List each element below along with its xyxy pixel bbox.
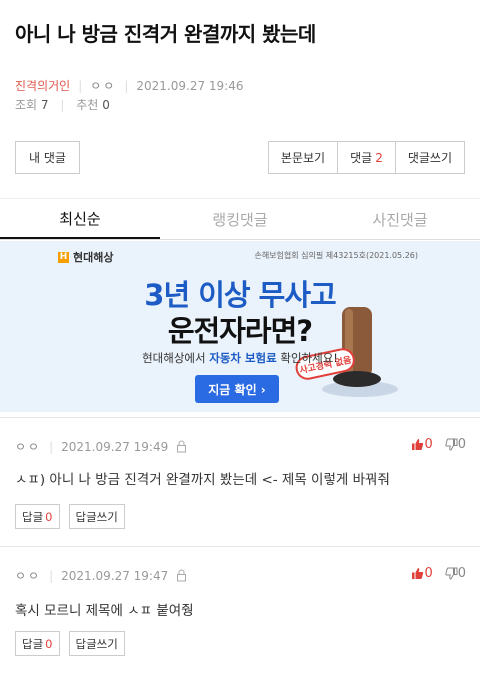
comment-text: 혹시 모르니 제목에 ㅅㅍ 붙여줭	[15, 603, 194, 619]
divider: |	[49, 439, 54, 454]
comment-sort-tabs: 최신순 랭킹댓글 사진댓글	[0, 198, 480, 240]
post-nickname: ㅇㅇ	[90, 79, 117, 93]
likes-count: 0	[102, 98, 110, 112]
ad-sub-pre: 현대해상에서	[142, 351, 210, 365]
reply-count: 0	[45, 636, 53, 651]
report-icon[interactable]	[176, 440, 187, 453]
write-comment-button[interactable]: 댓글쓰기	[395, 141, 465, 174]
comments-button[interactable]: 댓글 2	[338, 141, 396, 174]
reply-button[interactable]: 답글 0	[15, 504, 60, 529]
comment-votes: 0 0	[411, 566, 466, 581]
tab-photo[interactable]: 사진댓글	[320, 199, 480, 239]
my-comments-button[interactable]: 내 댓글	[15, 141, 80, 174]
comment-datetime: 2021.09.27 19:47	[61, 568, 169, 583]
comment-actions: 답글 0 답글쓰기	[15, 631, 134, 656]
dislike-count: 0	[457, 437, 466, 452]
comment-item: ㅇㅇ | 2021.09.27 19:47 0 0 혹시 모르니 제목에 ㅅㅍ …	[0, 546, 480, 681]
ad-sub-post: 확인하세요!	[276, 351, 338, 365]
like-count: 0	[424, 437, 433, 452]
comment-text: ㅅㅍ) 아니 나 방금 진격거 완결까지 봤는데 <- 제목 이렇게 바꿔줘	[15, 472, 390, 488]
views-count: 7	[40, 98, 49, 112]
post-meta: 진격의거인 | ㅇㅇ | 2021.09.27 19:46	[15, 77, 244, 94]
post-stats: 조회 7 | 추천 0	[15, 96, 110, 113]
ad-logo-text: 현대해상	[73, 251, 114, 264]
write-reply-button[interactable]: 답글쓰기	[68, 631, 125, 656]
comment-actions: 답글 0 답글쓰기	[15, 504, 134, 529]
dislike-button[interactable]: 0	[445, 566, 466, 581]
divider: |	[124, 78, 129, 93]
ad-banner[interactable]: H 현대해상 손해보험협회 심의필 제43215호(2021.05.26) 사고…	[0, 241, 480, 412]
ad-cta-button[interactable]: 지금 확인 ›	[195, 375, 279, 403]
ad-headline-2: 운전자라면?	[167, 314, 313, 348]
comment-votes: 0 0	[411, 437, 466, 452]
thumbs-up-icon	[412, 439, 424, 450]
thumbs-up-icon	[412, 568, 424, 579]
comment-item: ㅇㅇ | 2021.09.27 19:49 0 0 ㅅㅍ) 아니 나 방금 진격…	[0, 417, 480, 546]
divider: |	[78, 78, 83, 93]
comment-actions: 본문보기 댓글 2 댓글쓰기	[267, 141, 465, 174]
thumbs-down-icon	[445, 567, 458, 580]
comments-label: 댓글	[350, 151, 373, 165]
write-reply-button[interactable]: 답글쓰기	[68, 504, 125, 529]
post-datetime: 2021.09.27 19:46	[136, 78, 244, 93]
thumbs-down-icon	[445, 438, 458, 451]
comment-meta: ㅇㅇ | 2021.09.27 19:49	[15, 438, 187, 455]
reply-count: 0	[45, 509, 53, 524]
reply-label: 답글	[22, 509, 44, 524]
likes-label: 추천	[76, 98, 99, 112]
comment-datetime: 2021.09.27 19:49	[61, 439, 169, 454]
reply-label: 답글	[22, 636, 44, 651]
comment-nickname: ㅇㅇ	[15, 440, 42, 454]
dislike-count: 0	[457, 566, 466, 581]
tab-ranking[interactable]: 랭킹댓글	[160, 199, 320, 239]
tab-latest[interactable]: 최신순	[0, 199, 160, 239]
ad-sub-highlight: 자동차 보험료	[209, 351, 277, 365]
like-button[interactable]: 0	[411, 566, 433, 581]
views-label: 조회	[15, 98, 38, 112]
divider: |	[49, 568, 54, 583]
ad-logo: H 현대해상	[58, 249, 113, 265]
like-count: 0	[424, 566, 433, 581]
post-category[interactable]: 진격의거인	[15, 77, 70, 94]
dislike-button[interactable]: 0	[445, 437, 466, 452]
reply-button[interactable]: 답글 0	[15, 631, 60, 656]
post-title: 아니 나 방금 진격거 완결까지 봤는데	[15, 22, 316, 46]
divider: |	[60, 98, 65, 112]
ad-notice: 손해보험협회 심의필 제43215호(2021.05.26)	[254, 251, 418, 260]
comment-meta: ㅇㅇ | 2021.09.27 19:47	[15, 567, 187, 584]
comments-count: 2	[375, 150, 383, 165]
view-post-button[interactable]: 본문보기	[267, 141, 339, 174]
ad-subtitle: 현대해상에서 자동차 보험료 확인하세요!	[0, 350, 480, 366]
hyundai-logo-icon: H	[58, 251, 69, 263]
like-button[interactable]: 0	[411, 437, 433, 452]
report-icon[interactable]	[176, 569, 187, 582]
comment-nickname: ㅇㅇ	[15, 569, 42, 583]
